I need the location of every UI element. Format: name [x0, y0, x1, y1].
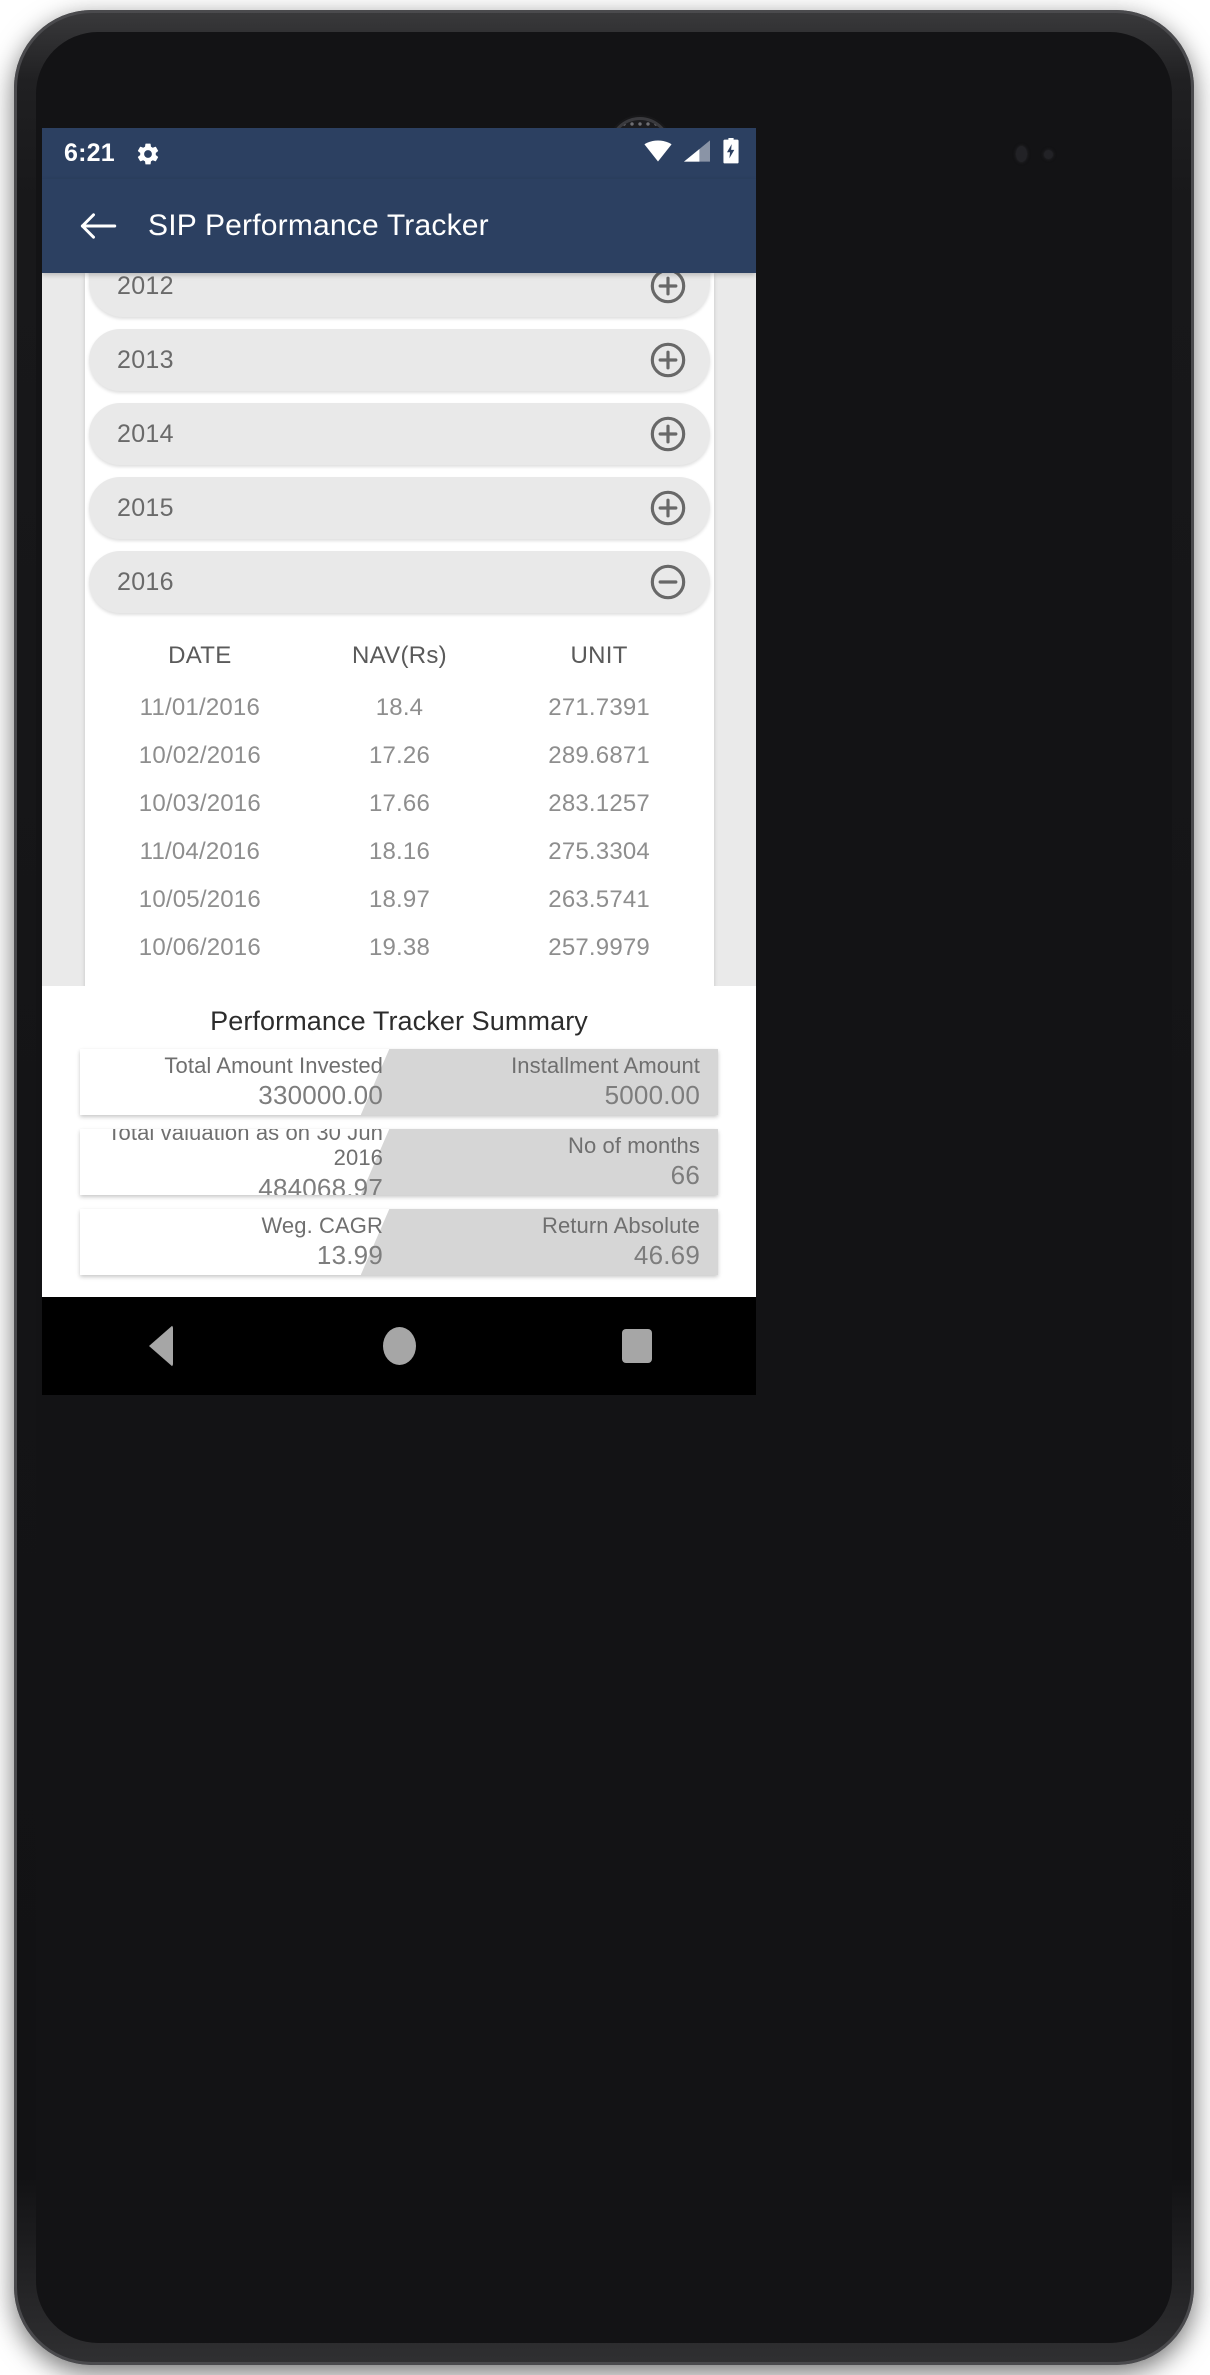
app-bar: SIP Performance Tracker [42, 179, 756, 273]
summary-value: 46.69 [633, 1240, 700, 1271]
cell-date: 10/02/2016 [138, 742, 261, 769]
cell-nav: 18.97 [368, 886, 431, 913]
summary-cell-right: Installment Amount 5000.00 [399, 1049, 718, 1115]
summary-row-valuation: Total valuation as on 30 Jun 2016 484068… [80, 1129, 718, 1195]
summary-row-invested: Total Amount Invested 330000.00 Installm… [80, 1049, 718, 1115]
table-row: 10/06/2016 19.38 257.9979 [97, 924, 702, 972]
accordion-scroll-region[interactable]: 2012 2013 2014 2015 2016 DATE NAV(Rs) UN… [42, 273, 756, 986]
plus-circle-icon[interactable] [648, 273, 688, 306]
accordion-year-label: 2016 [117, 567, 174, 596]
accordion-year-label: 2015 [117, 493, 174, 522]
cell-unit: 275.3304 [548, 838, 650, 865]
accordion-year-label: 2014 [117, 419, 174, 448]
proximity-sensor-icon [1016, 146, 1027, 162]
accordion-item-2016[interactable]: 2016 [89, 551, 710, 613]
cell-unit: 289.6871 [548, 742, 650, 769]
page-title: SIP Performance Tracker [148, 209, 489, 242]
plus-circle-icon[interactable] [648, 414, 688, 454]
cellular-signal-icon [684, 140, 710, 167]
column-header-nav: NAV(Rs) [351, 642, 447, 669]
cell-nav: 19.38 [368, 934, 431, 961]
summary-label: No of months [567, 1132, 700, 1158]
cell-date: 11/04/2016 [139, 838, 261, 865]
wifi-icon [644, 140, 672, 167]
back-arrow-icon[interactable] [70, 198, 126, 254]
recents-square-icon [622, 1329, 652, 1363]
nav-history-table: DATE NAV(Rs) UNIT 11/01/2016 18.4 271.73… [85, 625, 714, 986]
summary-value: 5000.00 [604, 1080, 700, 1111]
summary-value: 484068.97 [258, 1172, 383, 1195]
column-header-unit: UNIT [570, 642, 628, 669]
cell-date: 10/05/2016 [138, 886, 261, 913]
home-circle-icon [382, 1327, 416, 1365]
table-header-row: DATE NAV(Rs) UNIT [97, 633, 702, 684]
summary-cell-right: Return Absolute 46.69 [399, 1209, 718, 1275]
summary-cell-right: No of months 66 [399, 1129, 718, 1195]
minus-circle-icon[interactable] [648, 562, 688, 602]
nav-recents-button[interactable] [592, 1311, 682, 1381]
summary-value: 13.99 [316, 1240, 383, 1271]
column-header-date: DATE [168, 642, 232, 669]
summary-value: 330000.00 [258, 1080, 383, 1111]
light-sensor-icon [1044, 150, 1053, 159]
back-triangle-icon [149, 1325, 173, 1367]
plus-circle-icon[interactable] [648, 340, 688, 380]
table-row: 11/01/2016 18.4 271.7391 [97, 684, 702, 732]
summary-label: Total valuation as on 30 Jun 2016 [107, 1129, 383, 1171]
table-row: 10/03/2016 17.66 283.1257 [97, 780, 702, 828]
cell-nav: 18.4 [375, 694, 424, 721]
content-area: 2012 2013 2014 2015 2016 DATE NAV(Rs) UN… [42, 273, 756, 1395]
summary-label: Installment Amount [511, 1052, 700, 1078]
cell-nav: 17.26 [368, 742, 431, 769]
summary-cell-left: Total Amount Invested 330000.00 [80, 1049, 399, 1115]
accordion-item-2012[interactable]: 2012 [89, 273, 710, 317]
summary-row-cagr: Weg. CAGR 13.99 Return Absolute 46.69 [80, 1209, 718, 1275]
accordion-card: 2012 2013 2014 2015 2016 DATE NAV(Rs) UN… [85, 273, 714, 986]
android-navigation-bar [42, 1297, 756, 1395]
cell-unit: 257.9979 [548, 934, 650, 961]
accordion-item-2014[interactable]: 2014 [89, 403, 710, 465]
cell-unit: 283.1257 [548, 790, 650, 817]
summary-label: Return Absolute [541, 1212, 700, 1238]
plus-circle-icon[interactable] [648, 488, 688, 528]
cell-nav: 17.66 [368, 790, 431, 817]
table-row: 11/04/2016 18.16 275.3304 [97, 828, 702, 876]
nav-back-button[interactable] [116, 1311, 206, 1381]
accordion-item-2013[interactable]: 2013 [89, 329, 710, 391]
status-bar: 6:21 [42, 128, 756, 179]
accordion-year-label: 2013 [117, 345, 174, 374]
summary-cell-left: Weg. CAGR 13.99 [80, 1209, 399, 1275]
summary-value: 66 [670, 1160, 700, 1191]
cell-date: 11/01/2016 [139, 694, 261, 721]
cell-nav: 18.16 [368, 838, 431, 865]
table-row: 10/02/2016 17.26 289.6871 [97, 732, 702, 780]
table-row: 10/05/2016 18.97 263.5741 [97, 876, 702, 924]
status-clock: 6:21 [64, 139, 115, 167]
summary-title: Performance Tracker Summary [210, 1006, 588, 1036]
gear-icon[interactable] [135, 141, 161, 167]
accordion-item-2015[interactable]: 2015 [89, 477, 710, 539]
cell-date: 10/03/2016 [138, 790, 261, 817]
cell-unit: 263.5741 [548, 886, 650, 913]
status-icons-group [644, 138, 740, 169]
battery-charging-icon [722, 138, 740, 169]
summary-cell-left: Total valuation as on 30 Jun 2016 484068… [80, 1129, 399, 1195]
summary-label: Weg. CAGR [261, 1212, 383, 1238]
accordion-year-label: 2012 [117, 273, 174, 300]
summary-label: Total Amount Invested [164, 1052, 383, 1078]
phone-screen: 6:21 SIP Performance Tracker 2012 2013 2… [42, 128, 756, 1395]
nav-home-button[interactable] [354, 1311, 444, 1381]
cell-unit: 271.7391 [548, 694, 650, 721]
cell-date: 10/06/2016 [138, 934, 261, 961]
